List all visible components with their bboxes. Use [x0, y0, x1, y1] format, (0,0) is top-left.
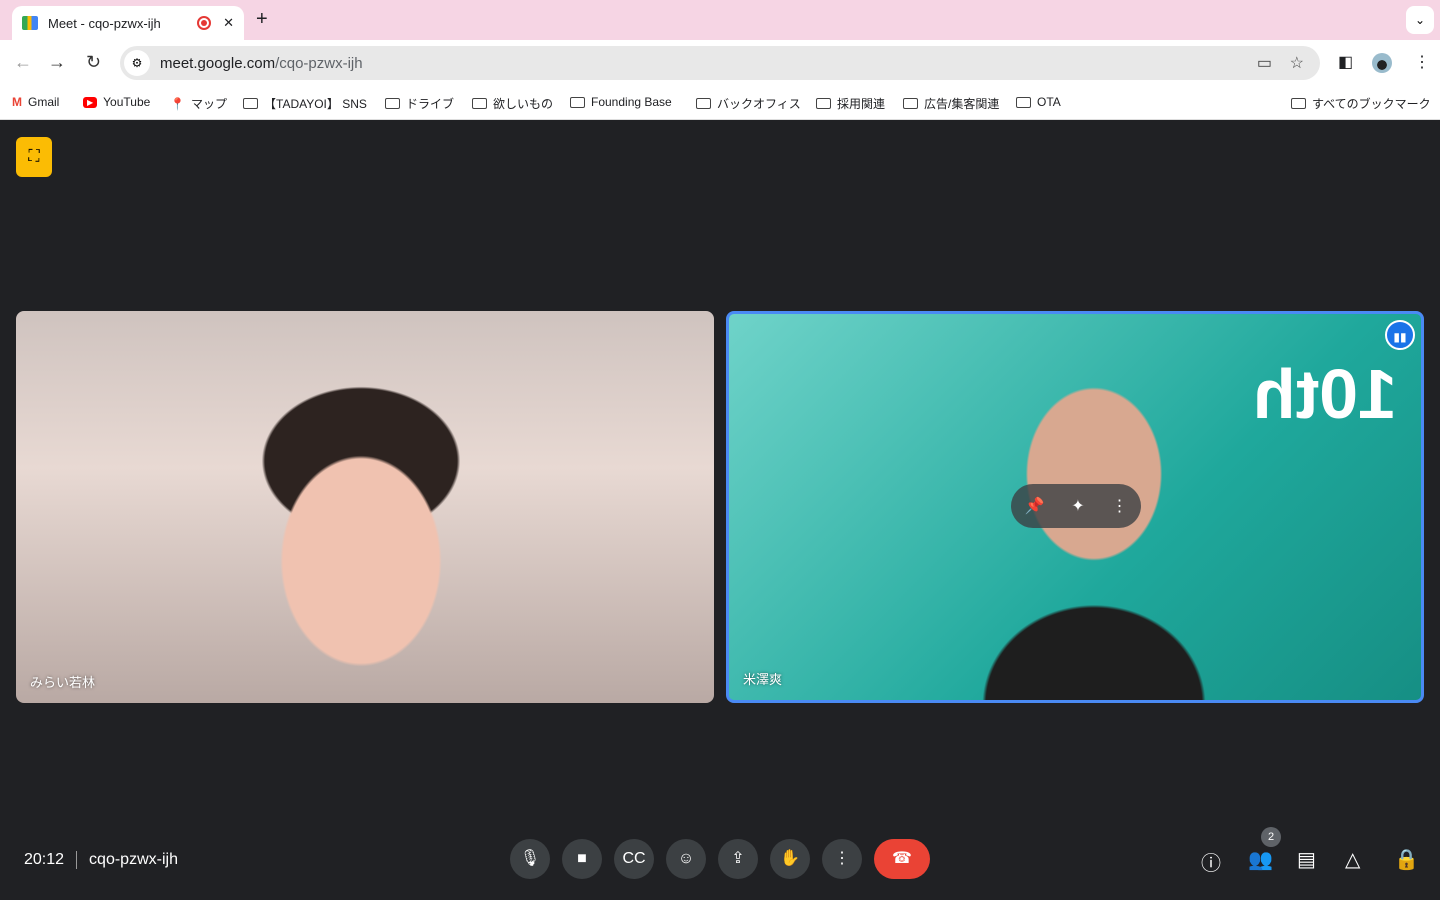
bookmark-label: ドライブ	[406, 97, 455, 111]
camera-button[interactable]: ■	[562, 839, 602, 879]
bookmark-label: マップ	[190, 97, 227, 111]
bookmark-label: Founding Base	[591, 95, 672, 109]
reload-button[interactable]: ↻	[86, 52, 101, 73]
menu-icon[interactable]: ⋮	[1414, 52, 1430, 72]
bookmark-folder[interactable]: 欲しいもの	[472, 95, 553, 112]
folder-icon	[816, 98, 831, 109]
back-button[interactable]: ←	[14, 52, 32, 73]
recording-icon	[197, 16, 212, 30]
folder-icon	[1291, 98, 1306, 109]
close-tab-icon[interactable]: ✕	[223, 15, 234, 31]
url-host: meet.google.com	[160, 54, 276, 72]
new-tab-button[interactable]: +	[256, 8, 268, 31]
participant-name: 米澤爽	[743, 672, 783, 687]
folder-icon	[696, 98, 711, 109]
present-screen-button[interactable]: ⇪	[718, 839, 758, 879]
bookmark-folder[interactable]: 【TADAYOI】 SNS	[243, 95, 367, 112]
bookmark-label: OTA	[1037, 95, 1061, 109]
chat-icon[interactable]: ▤	[1297, 847, 1316, 872]
no-recording-consent-icon[interactable]: ⛶	[16, 137, 52, 177]
activities-icon[interactable]: △	[1345, 847, 1360, 872]
url-path: /cqo-pzwx-ijh	[275, 54, 363, 72]
bookmark-folder[interactable]: 広告/集客関連	[903, 95, 999, 112]
gmail-icon: M	[12, 95, 22, 109]
bookmark-maps[interactable]: 📍 マップ	[170, 95, 227, 112]
meeting-info: 20:12 cqo-pzwx-ijh	[24, 851, 178, 869]
meeting-code: cqo-pzwx-ijh	[89, 851, 178, 868]
bookmark-star-icon[interactable]: ☆	[1290, 53, 1304, 73]
folder-icon	[385, 98, 400, 109]
meeting-controls-bar: 20:12 cqo-pzwx-ijh 🎙 ■ CC ☺ ⇪ ✋ ⋮ ☎ ⓘ 👥 …	[0, 839, 1440, 881]
maps-pin-icon: 📍	[170, 96, 185, 111]
tab-title: Meet - cqo-pzwx-ijh	[48, 15, 161, 31]
more-options-button[interactable]: ⋮	[822, 839, 862, 879]
site-info-icon[interactable]: ⚙	[124, 50, 150, 76]
bookmark-label: YouTube	[103, 95, 151, 109]
speaking-indicator-icon: ▮▮	[1385, 320, 1415, 350]
bookmark-label: 欲しいもの	[493, 97, 554, 111]
forward-button[interactable]: →	[48, 52, 66, 73]
bookmark-label: 採用関連	[837, 97, 886, 111]
more-options-icon[interactable]: ⋮	[1112, 496, 1128, 516]
divider	[76, 851, 78, 869]
camera-icon[interactable]: ▭	[1257, 53, 1272, 73]
bookmark-folder[interactable]: ドライブ	[385, 95, 454, 112]
tab-strip: Meet - cqo-pzwx-ijh ✕ + ⌄	[0, 0, 1440, 40]
all-bookmarks[interactable]: すべてのブックマーク	[1291, 95, 1431, 112]
bookmark-folder[interactable]: バックオフィス	[696, 95, 801, 112]
bookmark-label: すべてのブックマーク	[1312, 97, 1431, 111]
bookmark-folder[interactable]: Founding Base	[570, 95, 672, 109]
meeting-time: 20:12	[24, 851, 65, 868]
side-panel-icon[interactable]: ◧	[1338, 52, 1353, 72]
meeting-details-icon[interactable]: ⓘ	[1201, 847, 1221, 876]
effects-sparkle-icon[interactable]: ✦	[1071, 496, 1084, 516]
participant-count-badge: 2	[1261, 827, 1281, 847]
host-controls-icon[interactable]: 🔒	[1394, 847, 1419, 872]
background-logo: 10th	[1253, 355, 1397, 433]
meet-favicon-icon	[22, 16, 38, 30]
participant-name: みらい若林	[30, 675, 96, 690]
tab-meet[interactable]: Meet - cqo-pzwx-ijh ✕	[12, 6, 244, 40]
youtube-icon: ▶	[83, 96, 98, 108]
bookmark-folder[interactable]: 採用関連	[816, 95, 885, 112]
folder-icon	[903, 98, 918, 109]
participant-tile-active[interactable]: 10th ▮▮ 📌 ✦ ⋮ 米澤爽	[726, 311, 1424, 703]
pin-icon[interactable]: 📌	[1024, 496, 1044, 516]
bookmark-label: 広告/集客関連	[924, 97, 1000, 111]
bookmark-folder[interactable]: OTA	[1016, 95, 1061, 109]
bookmark-label: 【TADAYOI】 SNS	[264, 97, 367, 111]
bookmark-label: バックオフィス	[717, 97, 801, 111]
bookmark-gmail[interactable]: M Gmail	[12, 95, 59, 109]
microphone-button[interactable]: 🎙	[510, 839, 550, 879]
bookmark-label: Gmail	[28, 95, 60, 109]
bookmarks-bar: M Gmail ▶ YouTube 📍 マップ 【TADAYOI】 SNS ドライブ …	[0, 86, 1440, 120]
folder-icon	[472, 98, 487, 109]
tab-search-button[interactable]: ⌄	[1406, 6, 1434, 34]
browser-toolbar: ← → ↻ ⚙ meet.google.com/cqo-pzwx-ijh ▭ ☆…	[0, 40, 1440, 86]
folder-icon	[1016, 96, 1031, 108]
people-icon[interactable]: 👥	[1248, 847, 1273, 872]
profile-avatar[interactable]	[1372, 53, 1392, 73]
address-bar[interactable]: ⚙ meet.google.com/cqo-pzwx-ijh ▭ ☆	[120, 46, 1320, 80]
meet-stage: ⛶ みらい若林 10th ▮▮ 📌 ✦ ⋮ 米澤爽	[0, 121, 1440, 900]
captions-button[interactable]: CC	[614, 839, 654, 879]
participant-tile[interactable]: みらい若林	[16, 311, 714, 703]
reactions-button[interactable]: ☺	[666, 839, 706, 879]
folder-icon	[243, 98, 258, 109]
raise-hand-button[interactable]: ✋	[770, 839, 810, 879]
tile-controls: 📌 ✦ ⋮	[1011, 484, 1141, 528]
end-call-button[interactable]: ☎	[874, 839, 930, 879]
bookmark-youtube[interactable]: ▶ YouTube	[83, 95, 150, 109]
folder-icon	[570, 96, 585, 108]
